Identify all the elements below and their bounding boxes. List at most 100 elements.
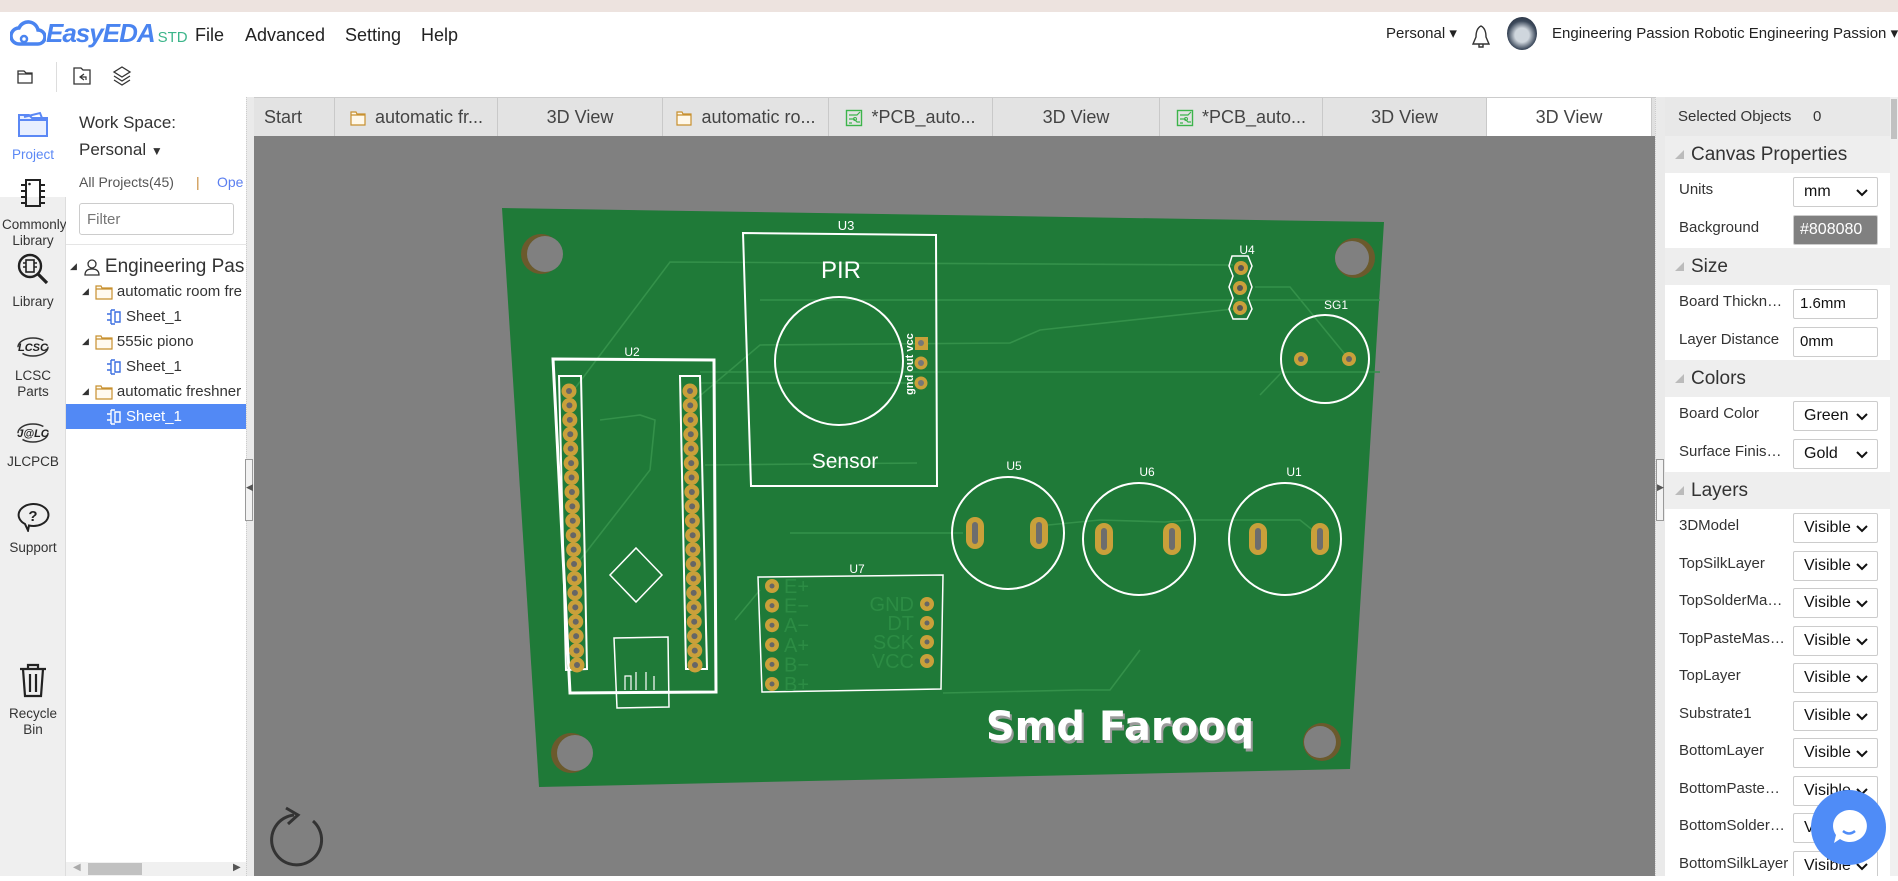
scrollbar-thumb[interactable] bbox=[88, 863, 142, 875]
menu-setting[interactable]: Setting bbox=[345, 25, 401, 46]
expand-toggle-icon[interactable]: ◢ bbox=[70, 261, 77, 272]
sidebar-item-label: Library bbox=[12, 294, 54, 309]
property-select[interactable]: Green bbox=[1793, 401, 1878, 431]
page-scrollbar[interactable] bbox=[1890, 97, 1898, 876]
3d-view-canvas[interactable]: U3 PIR Sensor gnd out vcc U2 U4 SG1 U5 U… bbox=[254, 136, 1655, 876]
pin-hole bbox=[689, 503, 696, 510]
tab-8[interactable]: 3D View bbox=[1323, 98, 1487, 137]
easyeda-logo[interactable]: EasyEDA STD bbox=[10, 18, 188, 49]
tab-label: *PCB_auto... bbox=[871, 107, 976, 127]
tree-item-folder[interactable]: ◢ automatic room fre bbox=[66, 279, 246, 304]
tab-2[interactable]: automatic fr... bbox=[335, 98, 498, 137]
tab-3[interactable]: 3D View bbox=[498, 98, 663, 137]
slot-hole bbox=[1036, 522, 1042, 544]
tree-item-folder[interactable]: ◢ automatic freshner bbox=[66, 379, 246, 404]
expand-toggle-icon[interactable]: ◢ bbox=[82, 286, 89, 297]
scroll-right-icon[interactable]: ▶ bbox=[233, 862, 241, 873]
tab-9[interactable]: 3D View bbox=[1487, 98, 1652, 137]
tree-item-sheet[interactable]: Sheet_1 bbox=[66, 304, 246, 329]
open-projects-link[interactable]: Ope bbox=[217, 174, 243, 190]
bell-icon[interactable] bbox=[1470, 24, 1492, 50]
property-input[interactable]: 0mm bbox=[1793, 326, 1878, 357]
property-select[interactable]: Visible bbox=[1793, 588, 1878, 618]
tab-4[interactable]: automatic ro... bbox=[663, 98, 829, 137]
folder-icon bbox=[16, 109, 50, 143]
color-field[interactable]: #808080 bbox=[1793, 214, 1878, 245]
property-select[interactable]: Visible bbox=[1793, 550, 1878, 581]
expand-toggle-icon[interactable]: ◢ bbox=[82, 386, 89, 397]
property-select[interactable]: Visible bbox=[1793, 625, 1878, 656]
tree-item-user[interactable]: ◢ Engineering Pas bbox=[66, 254, 246, 279]
sidebar-item-recycle-bin[interactable]: Recycle Bin bbox=[0, 662, 66, 738]
property-select[interactable]: Visible bbox=[1793, 663, 1878, 693]
property-select[interactable]: Visible bbox=[1793, 700, 1878, 731]
open-history-icon bbox=[73, 67, 91, 85]
sidebar-item-library[interactable]: Library bbox=[0, 252, 66, 310]
property-value: Visible bbox=[1804, 669, 1851, 686]
pin-hole bbox=[687, 402, 694, 409]
designator-u3: U3 bbox=[838, 218, 855, 233]
sidebar-item-commonly-library[interactable]: Commonly Library bbox=[0, 177, 67, 249]
layers-button[interactable] bbox=[108, 62, 136, 90]
section-header-colors[interactable]: Colors bbox=[1665, 360, 1890, 397]
left-splitter[interactable]: ◀ bbox=[245, 97, 254, 876]
pin-hole bbox=[571, 561, 578, 568]
pcb-3d-render[interactable]: U3 PIR Sensor gnd out vcc U2 U4 SG1 U5 U… bbox=[254, 136, 1655, 876]
new-project-button[interactable] bbox=[11, 62, 39, 90]
section-header-canvas-properties[interactable]: Canvas Properties bbox=[1665, 136, 1890, 173]
tree-item-label: 555ic piono bbox=[116, 333, 194, 350]
scrollbar-thumb[interactable] bbox=[1891, 99, 1897, 139]
property-select[interactable]: mm bbox=[1793, 177, 1878, 207]
collapse-left-handle[interactable]: ◀ bbox=[245, 459, 253, 521]
workspace-dropdown[interactable]: Personal ▾ bbox=[1386, 24, 1457, 42]
open-history-button[interactable] bbox=[68, 62, 96, 90]
svg-text:J@LC: J@LC bbox=[17, 428, 50, 440]
chat-support-button[interactable] bbox=[1811, 790, 1886, 865]
user-menu[interactable]: Engineering Passion Robotic Engineering … bbox=[1552, 24, 1898, 42]
scroll-left-icon[interactable]: ◀ bbox=[73, 862, 81, 873]
workspace-value: Personal bbox=[1386, 25, 1446, 42]
tab-6[interactable]: 3D View bbox=[993, 98, 1160, 137]
property-select[interactable]: Visible bbox=[1793, 513, 1878, 543]
tree-item-sheet[interactable]: Sheet_1 bbox=[66, 404, 246, 429]
menu-advanced[interactable]: Advanced bbox=[245, 25, 325, 46]
sidebar-item-project[interactable]: Project bbox=[0, 109, 66, 163]
pin-hole bbox=[691, 618, 698, 625]
collapse-right-handle[interactable]: ▶ bbox=[1656, 459, 1664, 521]
property-input[interactable]: 1.6mm bbox=[1793, 289, 1878, 319]
tree-item-sheet[interactable]: Sheet_1 bbox=[66, 354, 246, 379]
expand-toggle-icon[interactable]: ◢ bbox=[82, 336, 89, 347]
pin-hole bbox=[566, 416, 573, 423]
sidebar-item-jlcpcb[interactable]: J@LC JLCPCB bbox=[0, 420, 66, 470]
tab-1[interactable]: Start bbox=[250, 98, 335, 137]
menu-help[interactable]: Help bbox=[421, 25, 458, 46]
sidebar-item-lcsc-parts[interactable]: LCSC LCSC Parts bbox=[0, 334, 66, 400]
folder-icon bbox=[95, 334, 113, 350]
section-header-layers[interactable]: Layers bbox=[1665, 472, 1890, 509]
menu-file[interactable]: File bbox=[195, 25, 224, 46]
pin-hole bbox=[567, 431, 574, 438]
property-row: 3DModel Visible bbox=[1665, 509, 1890, 546]
sidebar-item-support[interactable]: ? Support bbox=[0, 502, 66, 556]
property-value: mm bbox=[1804, 183, 1831, 200]
tree-item-label: automatic room fre bbox=[116, 283, 242, 300]
tab-7[interactable]: *PCB_auto... bbox=[1160, 98, 1323, 137]
tree-item-folder[interactable]: ◢ 555ic piono bbox=[66, 329, 246, 354]
property-label: BottomLayer bbox=[1679, 742, 1765, 759]
right-splitter[interactable]: ▶ bbox=[1655, 97, 1665, 876]
workspace-select[interactable]: Personal ▼ bbox=[79, 140, 163, 160]
chat-icon bbox=[1832, 809, 1867, 843]
chevron-down-icon bbox=[1853, 178, 1871, 206]
left-panel-horizontal-scrollbar[interactable]: ◀ ▶ bbox=[66, 862, 246, 876]
property-select[interactable]: Gold bbox=[1793, 438, 1878, 469]
all-projects-link[interactable]: All Projects(45) bbox=[79, 174, 174, 190]
section-header-size[interactable]: Size bbox=[1665, 248, 1890, 285]
filter-input[interactable] bbox=[79, 203, 234, 235]
property-label: BottomPaste… bbox=[1679, 779, 1780, 797]
reset-view-icon[interactable] bbox=[270, 806, 324, 867]
pin-hole bbox=[690, 604, 697, 611]
avatar[interactable] bbox=[1507, 17, 1537, 50]
property-select[interactable]: Visible bbox=[1793, 738, 1878, 768]
tab-5[interactable]: *PCB_auto... bbox=[829, 98, 993, 137]
chevron-down-icon bbox=[1853, 739, 1871, 767]
